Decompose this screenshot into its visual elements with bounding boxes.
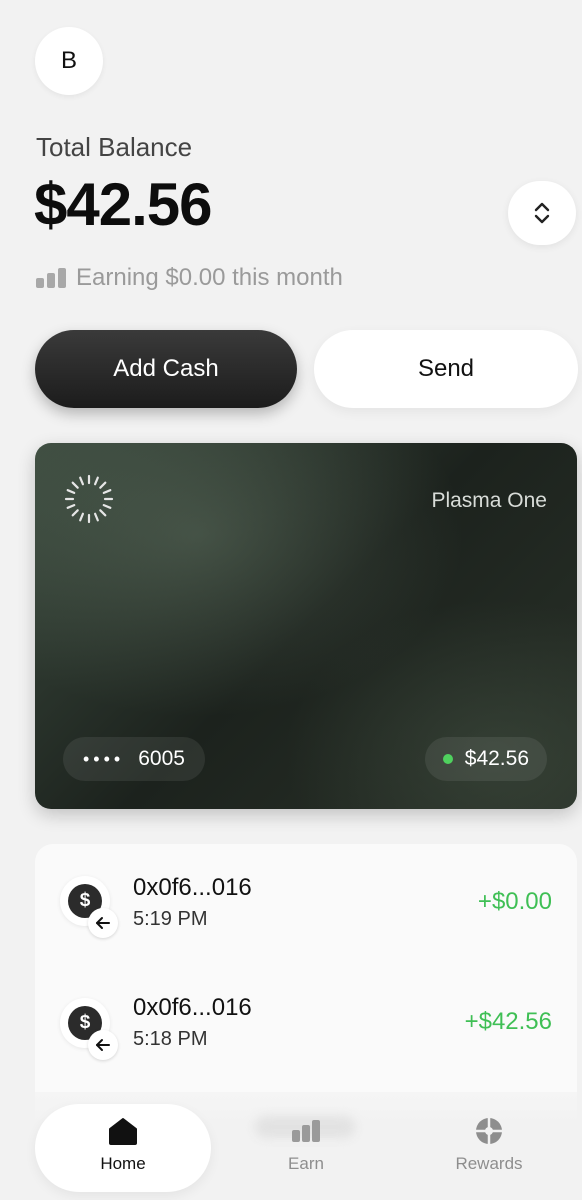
card-brand-name: Plasma One [431, 489, 547, 512]
transaction-icon: $ [60, 876, 118, 938]
chevron-up-down-icon [534, 202, 550, 224]
transaction-time: 5:18 PM [133, 1028, 208, 1050]
status-dot-icon [442, 754, 453, 764]
transaction-address: 0x0f6...016 [133, 994, 252, 1021]
incoming-arrow-icon [88, 908, 118, 938]
transaction-amount: +$42.56 [464, 1008, 552, 1035]
tab-home[interactable]: Home [58, 1116, 188, 1174]
send-button[interactable]: Send [314, 330, 578, 408]
transaction-row[interactable]: $ 0x0f6...016 5:18 PM +$42.56 [35, 988, 577, 1078]
tab-earn[interactable]: Earn [241, 1116, 371, 1174]
currency-toggle-button[interactable] [508, 181, 576, 245]
transaction-icon: $ [60, 998, 118, 1060]
home-screen: B Total Balance $42.56 Earning $0.00 thi… [0, 0, 582, 1200]
total-balance-label: Total Balance [36, 132, 193, 162]
tab-earn-label: Earn [288, 1154, 324, 1173]
card-balance-value: $42.56 [464, 747, 529, 770]
card-last4: 6005 [138, 747, 185, 770]
tab-rewards[interactable]: Rewards [424, 1116, 554, 1174]
transaction-amount: +$0.00 [477, 888, 552, 915]
avatar-initial: B [60, 47, 77, 74]
plasma-card[interactable]: Plasma One •••• 6005 $42.56 [35, 443, 577, 809]
bar-chart-icon [36, 268, 66, 288]
tab-rewards-label: Rewards [455, 1154, 523, 1173]
transaction-row[interactable]: $ 0x0f6...016 5:19 PM +$0.00 [35, 866, 577, 956]
total-balance-value: $42.56 [34, 171, 213, 238]
add-cash-button[interactable]: Add Cash [35, 330, 297, 408]
transaction-address: 0x0f6...016 [133, 874, 252, 901]
card-balance-chip: $42.56 [424, 737, 547, 781]
card-masked-dots: •••• [83, 748, 125, 769]
earning-text: Earning $0.00 this month [76, 264, 343, 291]
card-number-chip: •••• 6005 [63, 737, 205, 781]
bar-chart-icon [292, 1120, 320, 1142]
incoming-arrow-icon [88, 1030, 118, 1060]
tab-home-label: Home [100, 1154, 146, 1173]
bottom-tab-bar: Home Earn Rewards [0, 1092, 582, 1200]
earning-summary: Earning $0.00 this month [36, 264, 343, 292]
rewards-icon [476, 1118, 502, 1144]
avatar[interactable]: B [35, 27, 103, 95]
plasma-logo-icon [64, 474, 114, 524]
home-icon [109, 1118, 137, 1145]
transaction-time: 5:19 PM [133, 908, 208, 930]
